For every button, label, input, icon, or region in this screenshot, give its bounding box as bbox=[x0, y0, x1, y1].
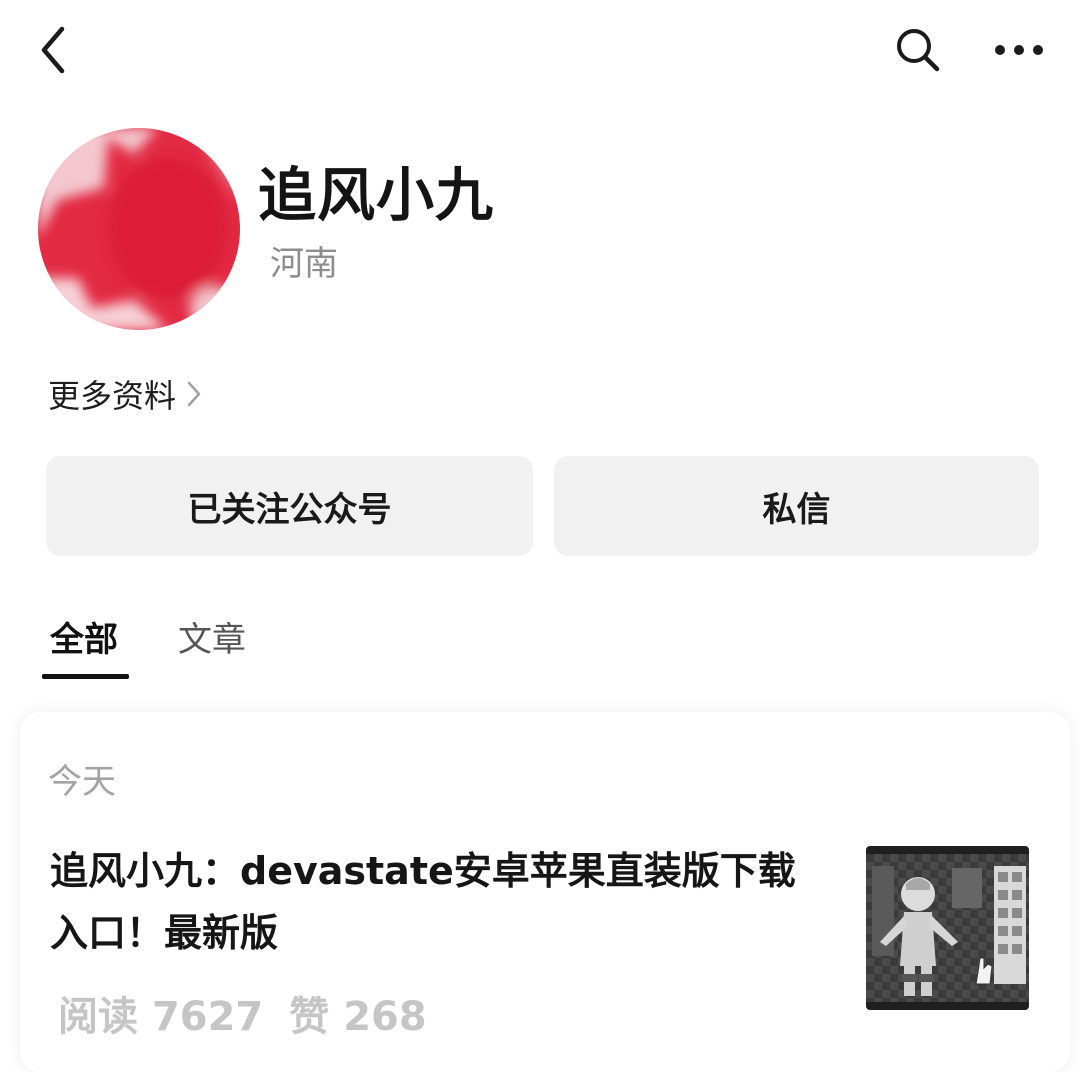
profile-name: 追风小九 bbox=[258, 161, 495, 229]
feed-card: 今天 追风小九：devastate安卓苹果直装版下载入口！最新版 阅读 7627… bbox=[20, 712, 1070, 1072]
article-thumbnail-image bbox=[866, 846, 1029, 1010]
active-tab-indicator bbox=[42, 674, 129, 679]
more-options-button[interactable] bbox=[988, 20, 1050, 80]
date-label: 今天 bbox=[48, 762, 116, 802]
article-title[interactable]: 追风小九：devastate安卓苹果直装版下载入口！最新版 bbox=[50, 840, 830, 964]
read-count: 7627 bbox=[151, 994, 264, 1040]
follow-status-button[interactable]: 已关注公众号 bbox=[46, 456, 533, 556]
search-button[interactable] bbox=[888, 20, 948, 80]
profile-region: 河南 bbox=[270, 244, 338, 284]
like-count: 268 bbox=[343, 994, 427, 1040]
chevron-right-icon bbox=[186, 379, 202, 409]
tab-articles[interactable]: 文章 bbox=[178, 612, 246, 672]
avatar[interactable] bbox=[38, 128, 240, 330]
search-icon bbox=[897, 29, 940, 72]
article-stats: 阅读 7627 赞 268 bbox=[58, 992, 427, 1042]
like-label: 赞 bbox=[289, 994, 330, 1040]
article-thumbnail[interactable] bbox=[866, 846, 1029, 1010]
back-button[interactable] bbox=[28, 20, 78, 80]
tab-all[interactable]: 全部 bbox=[50, 612, 118, 672]
read-label: 阅读 bbox=[58, 994, 138, 1040]
avatar-image bbox=[38, 128, 240, 330]
more-info-label: 更多资料 bbox=[48, 377, 177, 415]
message-button[interactable]: 私信 bbox=[554, 456, 1039, 556]
more-info-link[interactable]: 更多资料 bbox=[48, 370, 202, 418]
chevron-left-icon bbox=[41, 26, 65, 74]
more-horizontal-icon bbox=[995, 45, 1043, 55]
